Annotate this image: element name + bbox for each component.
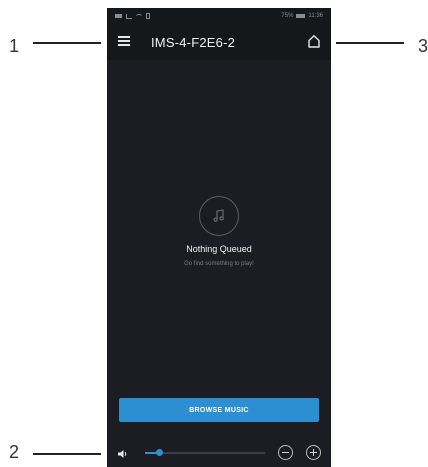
callout-number-1: 1 (9, 36, 20, 56)
status-time: 11:36 (308, 13, 323, 19)
wifi-icon (136, 13, 142, 19)
minus-circle-icon[interactable] (278, 445, 293, 460)
music-note-icon (199, 196, 239, 236)
callout-number-2: 2 (9, 442, 20, 462)
hamburger-menu-icon[interactable] (118, 36, 130, 46)
battery-icon (296, 14, 306, 18)
signal-icon (126, 13, 132, 19)
status-icons-right: 75% 11:36 (281, 13, 323, 19)
status-icons-left (115, 13, 150, 19)
callout-line-2 (33, 453, 101, 455)
plus-circle-icon[interactable] (306, 445, 321, 460)
empty-queue-subtitle: Go find something to play! (184, 261, 254, 267)
page-title: IMS-4-F2E6-2 (151, 35, 236, 50)
callout-line-1 (33, 42, 101, 44)
app-header: IMS-4-F2E6-2 (107, 24, 331, 60)
phone-screen: 75% 11:36 IMS-4-F2E6-2 Nothing Queued Go… (107, 8, 331, 467)
battery-percent: 75% (281, 13, 294, 19)
browse-music-button[interactable]: BROWSE MUSIC (119, 398, 319, 422)
volume-bar (107, 442, 331, 467)
speaker-icon[interactable] (117, 447, 129, 459)
volume-slider[interactable] (145, 449, 265, 456)
callout-number-3: 3 (418, 36, 428, 56)
status-bar: 75% 11:36 (107, 8, 331, 24)
callout-line-3 (336, 42, 404, 44)
empty-queue-title: Nothing Queued (186, 244, 252, 254)
volume-slider-thumb[interactable] (156, 449, 163, 456)
home-icon[interactable] (307, 34, 321, 48)
notification-icon (115, 14, 122, 18)
vibrate-icon (146, 13, 150, 19)
